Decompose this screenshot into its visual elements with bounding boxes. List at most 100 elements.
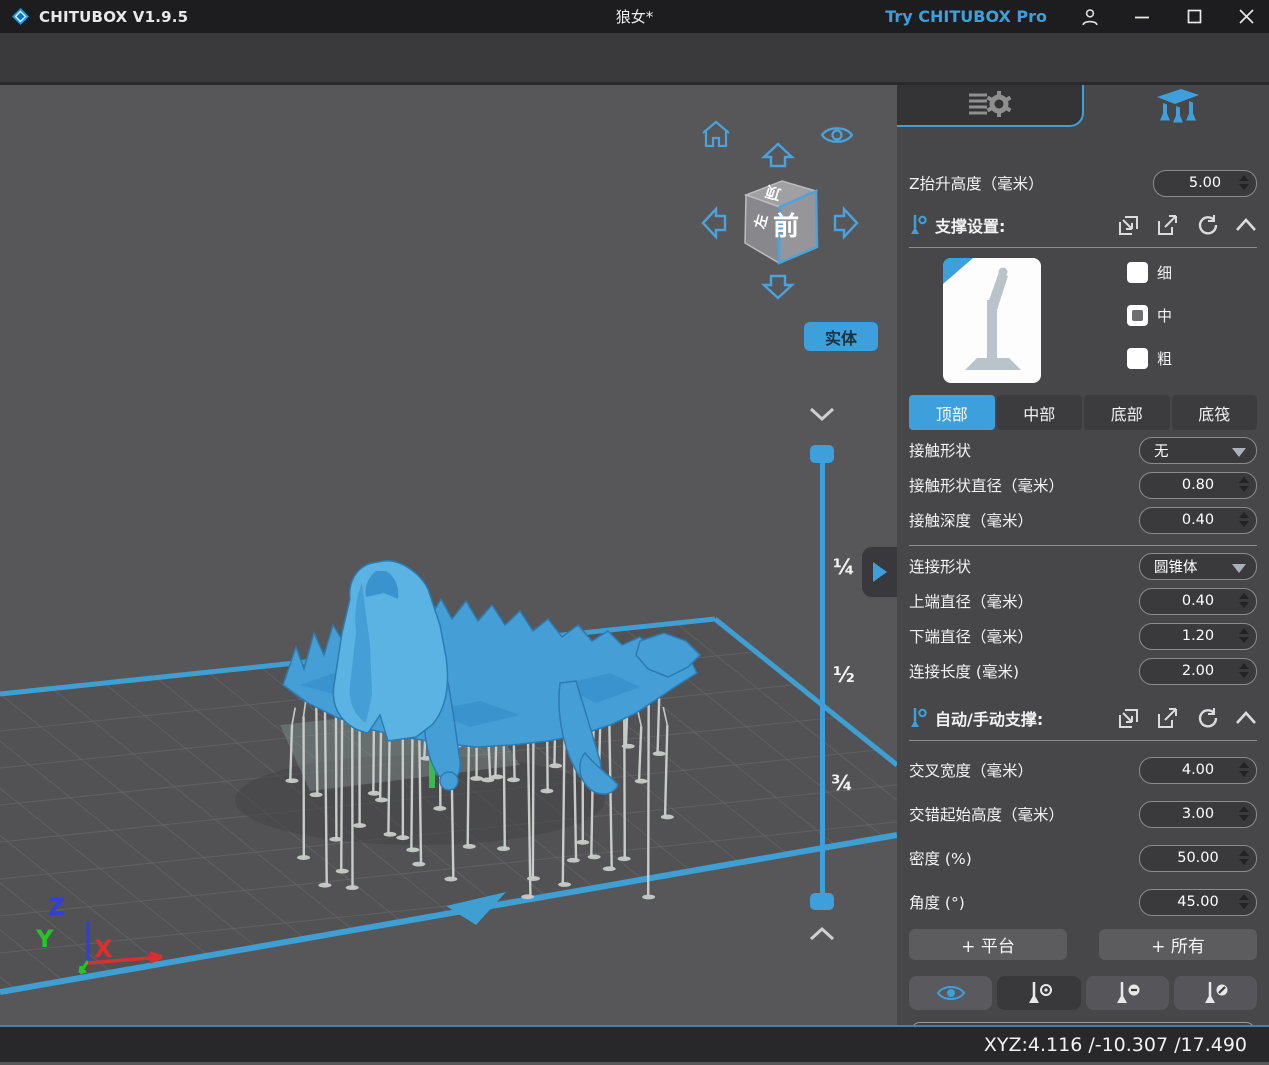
add-platform-supports-button[interactable]: + 平台 xyxy=(909,929,1067,960)
support-preview-image xyxy=(943,258,1041,383)
connection-shape-dropdown[interactable]: 圆锥体 xyxy=(1139,553,1257,580)
slice-slider-track[interactable] xyxy=(820,452,825,898)
viewport-3d[interactable]: Z Y X xyxy=(0,85,897,1025)
slider-half-label: ½ xyxy=(833,663,855,687)
angle-spinner[interactable] xyxy=(1239,894,1249,909)
toggle-support-visibility-button[interactable] xyxy=(909,976,992,1010)
density-spinner[interactable] xyxy=(1239,850,1249,865)
home-view-icon[interactable] xyxy=(700,119,732,149)
slider-collapse-bottom-icon[interactable] xyxy=(808,925,836,943)
cross-width-field[interactable]: 4.00 xyxy=(1139,757,1257,784)
view-visibility-eye-icon[interactable] xyxy=(820,123,854,147)
checkbox-medium[interactable] xyxy=(1127,305,1148,326)
edit-support-mode-button[interactable] xyxy=(1174,976,1257,1010)
export-supports-icon[interactable] xyxy=(1156,707,1179,730)
collapse-section-icon[interactable] xyxy=(1235,710,1257,726)
support-pin-icon xyxy=(909,213,927,237)
angle-field[interactable]: 45.00 xyxy=(1139,889,1257,916)
contact-diameter-field[interactable]: 0.80 xyxy=(1139,472,1257,499)
contact-depth-value: 0.40 xyxy=(1182,512,1214,528)
slice-slider-bottom-handle[interactable] xyxy=(810,893,834,910)
contact-shape-dropdown[interactable]: 无 xyxy=(1139,437,1257,464)
angle-value: 45.00 xyxy=(1177,894,1219,910)
lower-diameter-field[interactable]: 1.20 xyxy=(1139,623,1257,650)
minimize-button[interactable] xyxy=(1119,0,1165,33)
lower-diameter-spinner[interactable] xyxy=(1239,628,1249,643)
connection-length-field[interactable]: 2.00 xyxy=(1139,658,1257,685)
settings-list-gear-icon xyxy=(967,87,1013,123)
connection-length-value: 2.00 xyxy=(1182,663,1214,679)
support-add-icon xyxy=(1022,980,1056,1006)
cross-width-spinner[interactable] xyxy=(1239,762,1249,777)
slider-collapse-top-icon[interactable] xyxy=(808,405,836,423)
rotate-right-arrow[interactable] xyxy=(832,203,860,243)
slice-slider-top-handle[interactable] xyxy=(810,445,834,463)
tab-print-settings[interactable] xyxy=(897,85,1084,127)
support-table-icon xyxy=(1151,85,1203,127)
dropdown-caret-icon xyxy=(1232,564,1246,573)
density-value: 50.00 xyxy=(1177,850,1219,866)
checkbox-coarse[interactable] xyxy=(1127,348,1148,369)
contact-shape-value: 无 xyxy=(1154,440,1169,461)
connection-length-spinner[interactable] xyxy=(1239,663,1249,678)
upper-diameter-spinner[interactable] xyxy=(1239,593,1249,608)
connection-shape-value: 圆锥体 xyxy=(1154,556,1198,577)
render-mode-button[interactable]: 实体 xyxy=(804,322,878,351)
svg-text:Z: Z xyxy=(48,893,65,921)
dropdown-caret-icon xyxy=(1232,448,1246,457)
lower-diameter-label: 下端直径（毫米） xyxy=(909,625,1033,647)
panel-tab-bar xyxy=(897,85,1269,127)
thickness-medium-label: 中 xyxy=(1157,305,1172,326)
collapsed-section-stub[interactable] xyxy=(911,1022,1255,1025)
z-lift-label: Z抬升高度（毫米） xyxy=(909,172,1044,194)
support-edit-icon xyxy=(1198,980,1232,1006)
rotate-up-arrow[interactable] xyxy=(758,141,798,169)
collapse-section-icon[interactable] xyxy=(1235,217,1257,233)
z-lift-field[interactable]: 5.00 xyxy=(1153,170,1257,197)
add-all-supports-button[interactable]: + 所有 xyxy=(1099,929,1257,960)
rotate-left-arrow[interactable] xyxy=(700,203,728,243)
import-settings-icon[interactable] xyxy=(1117,214,1140,237)
stagger-height-value: 3.00 xyxy=(1182,806,1214,822)
delete-support-mode-button[interactable] xyxy=(1086,976,1169,1010)
add-support-mode-button[interactable] xyxy=(997,976,1080,1010)
try-pro-link[interactable]: Try CHITUBOX Pro xyxy=(885,7,1047,26)
z-lift-value: 5.00 xyxy=(1189,175,1221,191)
upper-diameter-value: 0.40 xyxy=(1182,593,1214,609)
svg-text:X: X xyxy=(94,935,113,963)
checkbox-fine[interactable] xyxy=(1127,262,1148,283)
tab-raft-section[interactable]: 底筏 xyxy=(1172,395,1258,430)
stagger-height-spinner[interactable] xyxy=(1239,806,1249,821)
upper-diameter-label: 上端直径（毫米） xyxy=(909,590,1033,612)
close-button[interactable] xyxy=(1223,0,1269,33)
density-field[interactable]: 50.00 xyxy=(1139,845,1257,872)
contact-depth-field[interactable]: 0.40 xyxy=(1139,507,1257,534)
export-settings-icon[interactable] xyxy=(1156,214,1179,237)
svg-text:前: 前 xyxy=(773,211,799,242)
rotate-down-arrow[interactable] xyxy=(758,273,798,301)
auto-manual-title: 自动/手动支撑: xyxy=(935,706,1043,730)
cross-width-label: 交叉宽度（毫米） xyxy=(909,759,1033,781)
contact-depth-spinner[interactable] xyxy=(1239,512,1249,527)
panel-toggle-flap[interactable] xyxy=(862,547,897,597)
z-lift-spinner[interactable] xyxy=(1239,175,1249,190)
reset-settings-icon[interactable] xyxy=(1195,214,1219,237)
tab-middle-section[interactable]: 中部 xyxy=(997,395,1083,430)
slider-quarter-label: ¼ xyxy=(833,555,855,579)
tab-bottom-section[interactable]: 底部 xyxy=(1084,395,1170,430)
upper-diameter-field[interactable]: 0.40 xyxy=(1139,588,1257,615)
contact-diameter-spinner[interactable] xyxy=(1239,477,1249,492)
density-label: 密度 (%) xyxy=(909,847,972,869)
thickness-option-coarse[interactable]: 粗 xyxy=(1127,348,1172,369)
stagger-height-field[interactable]: 3.00 xyxy=(1139,801,1257,828)
thickness-option-medium[interactable]: 中 xyxy=(1127,305,1172,326)
tab-support-settings[interactable] xyxy=(1084,85,1269,127)
import-supports-icon[interactable] xyxy=(1117,707,1140,730)
thickness-option-fine[interactable]: 细 xyxy=(1127,262,1172,283)
account-icon[interactable] xyxy=(1067,0,1113,33)
reset-supports-icon[interactable] xyxy=(1195,707,1219,730)
thickness-fine-label: 细 xyxy=(1157,262,1172,283)
tab-top-section[interactable]: 顶部 xyxy=(909,395,995,430)
maximize-button[interactable] xyxy=(1171,0,1217,33)
view-cube[interactable]: 顶 左 前 xyxy=(734,173,826,273)
